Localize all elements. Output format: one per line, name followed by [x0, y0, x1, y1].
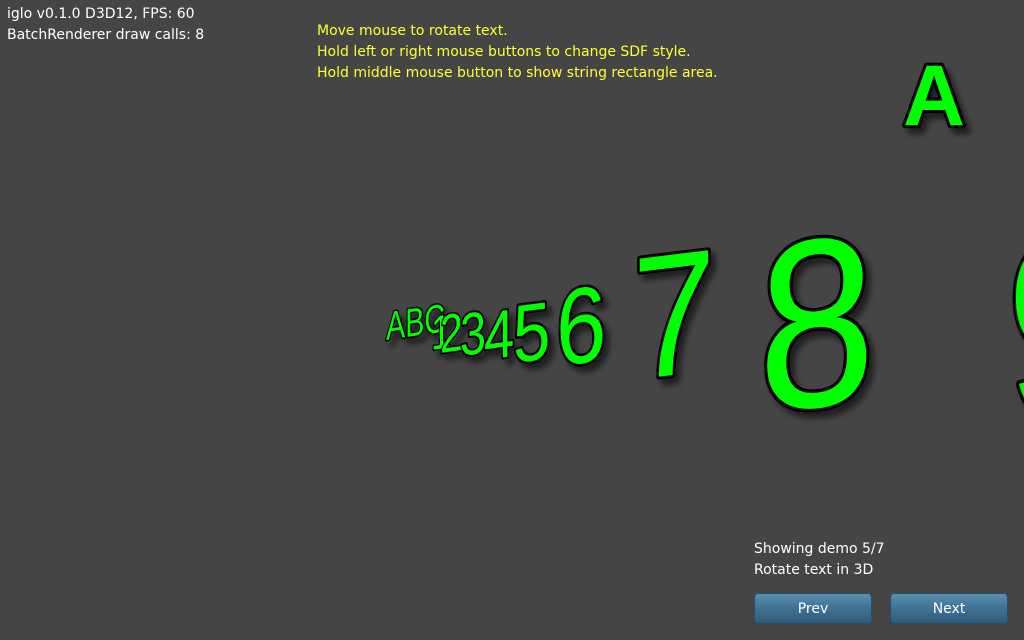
big-letter-a: A	[903, 48, 965, 144]
prev-button[interactable]: Prev	[754, 593, 872, 624]
instruction-rotate: Move mouse to rotate text.	[317, 23, 508, 39]
demo-status: Showing demo 5/7	[754, 541, 885, 557]
svg-text:4: 4	[484, 295, 514, 375]
demo-description: Rotate text in 3D	[754, 562, 874, 578]
stats-overlay: iglo v0.1.0 D3D12, FPS: 60 BatchRenderer…	[7, 4, 204, 46]
svg-text:6: 6	[556, 263, 606, 390]
instruction-rect-area: Hold middle mouse button to show string …	[317, 65, 718, 81]
demo-info: Showing demo 5/7 Rotate text in 3D	[754, 539, 885, 581]
instructions: Move mouse to rotate text. Hold left or …	[317, 21, 718, 84]
next-button[interactable]: Next	[890, 593, 1008, 624]
instruction-sdf-style: Hold left or right mouse buttons to chan…	[317, 44, 691, 60]
svg-text:5: 5	[513, 284, 550, 380]
engine-version-fps: iglo v0.1.0 D3D12, FPS: 60	[7, 6, 195, 22]
svg-text:9: 9	[1005, 173, 1024, 476]
draw-calls: BatchRenderer draw calls: 8	[7, 27, 205, 43]
svg-text:7: 7	[632, 212, 716, 418]
svg-text:8: 8	[758, 184, 875, 464]
svg-text:3: 3	[460, 299, 486, 369]
